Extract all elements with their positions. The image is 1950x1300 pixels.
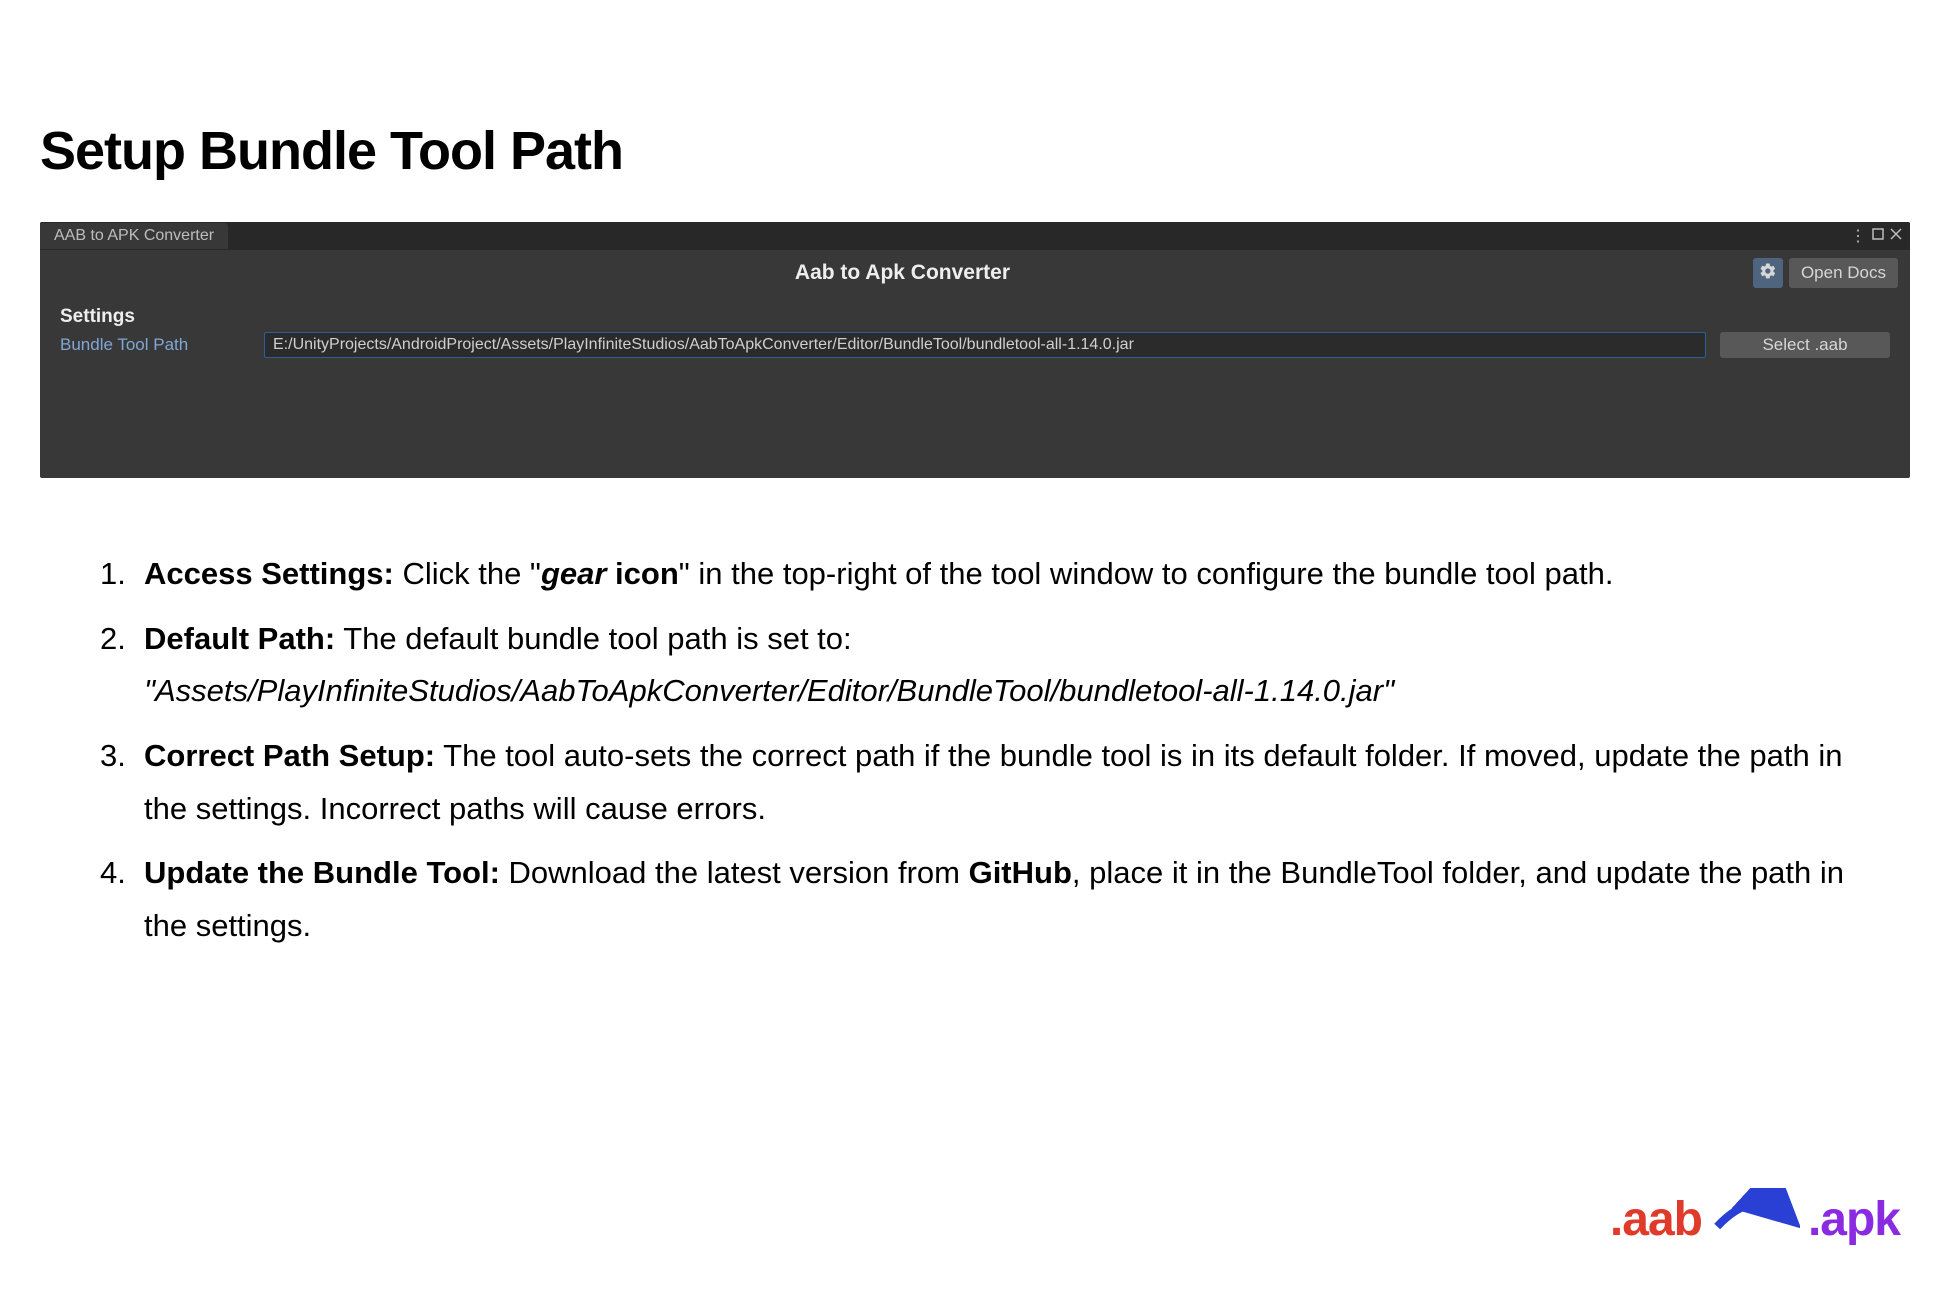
unity-editor-window: AAB to APK Converter ⋮ Aab to Apk Conver… bbox=[40, 222, 1910, 478]
title-row: Aab to Apk Converter Open Docs bbox=[40, 250, 1910, 296]
tab-bar: AAB to APK Converter ⋮ bbox=[40, 222, 1910, 250]
github-word: GitHub bbox=[969, 855, 1072, 890]
settings-heading: Settings bbox=[60, 306, 1890, 328]
instruction-item-2: Default Path: The default bundle tool pa… bbox=[144, 613, 1850, 718]
open-docs-button[interactable]: Open Docs bbox=[1789, 258, 1898, 288]
apk-logo-text: .apk bbox=[1808, 1192, 1900, 1247]
aab-logo-text: .aab bbox=[1610, 1192, 1702, 1247]
bundle-path-label: Bundle Tool Path bbox=[60, 335, 250, 355]
maximize-icon[interactable] bbox=[1872, 227, 1884, 245]
window-controls: ⋮ bbox=[1850, 226, 1910, 246]
default-path-value: "Assets/PlayInfiniteStudios/AabToApkConv… bbox=[144, 665, 1850, 718]
instruction-item-3: Correct Path Setup: The tool auto-sets t… bbox=[144, 730, 1850, 835]
instruction-label: Default Path: bbox=[144, 621, 335, 656]
instruction-label: Correct Path Setup: bbox=[144, 738, 435, 773]
gear-icon bbox=[1759, 262, 1777, 285]
gear-word: gear bbox=[541, 556, 606, 591]
select-aab-button[interactable]: Select .aab bbox=[1720, 332, 1890, 358]
arrow-icon bbox=[1710, 1188, 1800, 1250]
settings-section: Settings Bundle Tool Path Select .aab bbox=[40, 296, 1910, 478]
instruction-item-4: Update the Bundle Tool: Download the lat… bbox=[144, 847, 1850, 952]
instruction-text: Click the " bbox=[394, 556, 541, 591]
footer-logo: .aab .apk bbox=[1610, 1188, 1900, 1250]
kebab-icon[interactable]: ⋮ bbox=[1850, 226, 1866, 246]
instruction-label: Access Settings: bbox=[144, 556, 394, 591]
instruction-item-1: Access Settings: Click the "gear icon" i… bbox=[144, 548, 1850, 601]
icon-word: icon bbox=[606, 556, 678, 591]
bundle-path-row: Bundle Tool Path Select .aab bbox=[60, 332, 1890, 358]
instruction-label: Update the Bundle Tool: bbox=[144, 855, 500, 890]
bundle-path-input[interactable] bbox=[264, 332, 1706, 358]
page-title: Setup Bundle Tool Path bbox=[40, 120, 1910, 182]
instructions-list: Access Settings: Click the "gear icon" i… bbox=[40, 548, 1910, 953]
instruction-text: Download the latest version from bbox=[500, 855, 969, 890]
window-tab[interactable]: AAB to APK Converter bbox=[40, 223, 228, 249]
instruction-text: The default bundle tool path is set to: bbox=[335, 621, 851, 656]
settings-gear-button[interactable] bbox=[1753, 258, 1783, 288]
window-title: Aab to Apk Converter bbox=[52, 261, 1753, 285]
instruction-text: " in the top-right of the tool window to… bbox=[679, 556, 1614, 591]
close-icon[interactable] bbox=[1890, 227, 1902, 245]
